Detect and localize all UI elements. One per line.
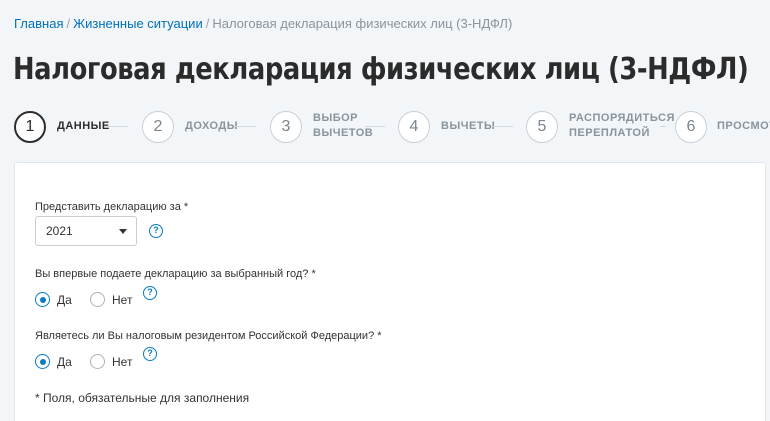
question-circle-icon[interactable]: ? [143, 347, 157, 361]
step-label-line: ВЫЧЕТОВ [313, 127, 374, 139]
breadcrumb-link-life-situations[interactable]: Жизненные ситуации [73, 16, 203, 31]
step-2-number[interactable]: 2 [142, 111, 174, 143]
page-title: Налоговая декларация физических лиц (3-Н… [13, 52, 749, 87]
step-label-line: ПЕРЕПЛАТОЙ [569, 127, 650, 139]
step-connector [106, 126, 128, 127]
resident-no-radio[interactable] [90, 354, 105, 369]
breadcrumb: Главная / Жизненные ситуации / Налоговая дек… [14, 16, 512, 31]
year-select[interactable]: 2021 [35, 216, 137, 246]
resident-yes-label[interactable]: Да [57, 355, 72, 369]
step-label-line: ВЫБОР [313, 112, 359, 124]
first-time-label: Вы впервые подаете декларацию за выбранн… [35, 268, 316, 280]
question-circle-icon[interactable]: ? [149, 224, 163, 238]
step-1-number[interactable]: 1 [14, 111, 46, 143]
first-time-no-radio[interactable] [90, 292, 105, 307]
step-2-label[interactable]: ДОХОДЫ [185, 119, 238, 134]
breadcrumb-current: Налоговая декларация физических лиц (3-Н… [212, 16, 513, 31]
step-1-label[interactable]: ДАННЫЕ [57, 119, 110, 134]
step-label-line: ПРОСМОТР [717, 120, 770, 132]
step-5-number[interactable]: 5 [526, 111, 558, 143]
chevron-down-icon [119, 229, 127, 234]
step-3-number[interactable]: 3 [270, 111, 302, 143]
resident-label: Являетесь ли Вы налоговым резидентом Рос… [35, 330, 382, 342]
required-fields-note: * Поля, обязательные для заполнения [35, 391, 250, 405]
resident-no-label[interactable]: Нет [112, 355, 132, 369]
first-time-yes-label[interactable]: Да [57, 293, 72, 307]
breadcrumb-link-home[interactable]: Главная [14, 16, 63, 31]
question-circle-icon[interactable]: ? [143, 286, 157, 300]
step-connector [660, 126, 666, 127]
step-label-line: ВЫЧЕТЫ [441, 120, 496, 132]
step-label-line: ДАННЫЕ [57, 120, 110, 132]
first-time-yes-radio[interactable] [35, 292, 50, 307]
breadcrumb-separator: / [205, 16, 210, 31]
step-6-label[interactable]: ПРОСМОТР [717, 119, 770, 134]
step-connector [234, 126, 256, 127]
step-4-label[interactable]: ВЫЧЕТЫ [441, 119, 495, 134]
stepper: 1 ДАННЫЕ 2 ДОХОДЫ 3 ВЫБОР ВЫЧЕТОВ 4 ВЫЧЕ… [0, 107, 770, 147]
step-5-label[interactable]: РАСПОРЯДИТЬСЯ ПЕРЕПЛАТОЙ [569, 111, 675, 141]
year-select-value: 2021 [46, 224, 73, 238]
step-label-line: РАСПОРЯДИТЬСЯ [569, 112, 675, 124]
resident-yes-radio[interactable] [35, 354, 50, 369]
step-connector [365, 126, 385, 127]
first-time-no-label[interactable]: Нет [112, 293, 132, 307]
breadcrumb-separator: / [66, 16, 71, 31]
step-6-number[interactable]: 6 [675, 111, 707, 143]
step-label-line: ДОХОДЫ [185, 120, 239, 132]
step-4-number[interactable]: 4 [398, 111, 430, 143]
step-connector [493, 126, 513, 127]
form-card: Представить декларацию за * 2021 ? Вы вп… [14, 162, 766, 421]
year-label: Представить декларацию за * [35, 201, 189, 213]
